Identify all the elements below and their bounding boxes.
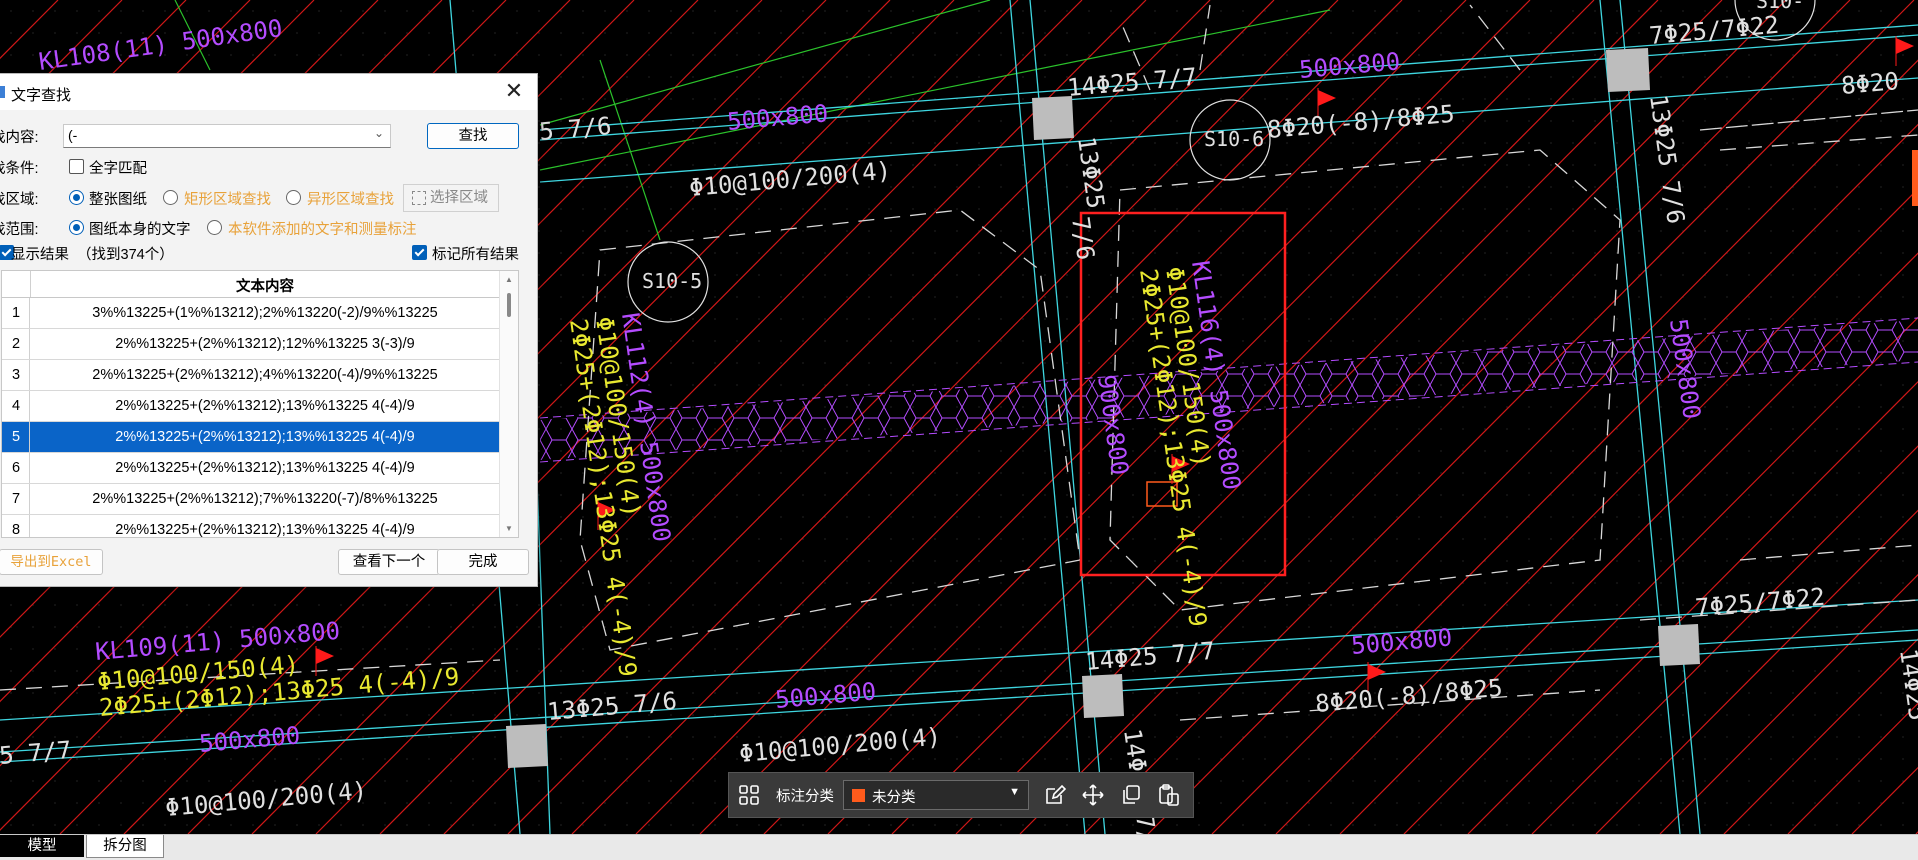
chevron-down-icon[interactable]: ⌄: [374, 126, 384, 140]
find-content-combobox[interactable]: (- ⌄: [63, 124, 391, 148]
scope-drawing-text-radio[interactable]: [69, 220, 84, 235]
row-index: 4: [2, 391, 30, 421]
whole-word-checkbox[interactable]: [69, 159, 84, 174]
area-option-label: 整张图纸: [89, 192, 147, 208]
scroll-down-icon[interactable]: ▼: [505, 524, 513, 533]
area-rect-radio[interactable]: [163, 190, 178, 205]
done-button[interactable]: 完成: [437, 549, 529, 575]
row-index: 1: [2, 298, 30, 328]
layout-tab-bar: 模型 拆分图: [0, 834, 1918, 860]
category-value: 未分类: [872, 790, 916, 806]
area-label: 找区域:: [0, 192, 39, 208]
area-irregular-radio[interactable]: [286, 190, 301, 205]
results-table: 文本内容 1 3%%13225+(1%%13212);2%%13220(-2)/9…: [1, 270, 519, 538]
index-column-header: [2, 271, 31, 297]
scroll-thumb[interactable]: [507, 293, 511, 317]
table-scrollbar[interactable]: ▲ ▼: [499, 271, 518, 537]
row-text: 2%%13225+(2%%13212);13%%13225 4(-4)/9: [115, 522, 415, 538]
scope-option-label: 图纸本身的文字: [89, 222, 191, 238]
canvas-scroll-indicator[interactable]: [1912, 150, 1918, 206]
app-icon: [0, 86, 5, 98]
row-index: 7: [2, 484, 30, 514]
cad-label: S10-5: [642, 269, 702, 293]
move-icon[interactable]: [1081, 783, 1105, 807]
find-button[interactable]: 查找: [427, 123, 519, 149]
mark-all-label: 标记所有结果: [432, 247, 519, 263]
cad-label: S10-6: [1204, 127, 1264, 151]
copy-icon[interactable]: [1119, 783, 1143, 807]
row-index: 6: [2, 453, 30, 483]
row-text: 2%%13225+(2%%13212);13%%13225 4(-4)/9: [115, 429, 415, 445]
find-content-label: 找内容:: [0, 130, 39, 146]
mark-all-checkbox[interactable]: [412, 245, 427, 260]
export-excel-button[interactable]: 导出到Excel: [0, 549, 103, 575]
scroll-up-icon[interactable]: ▲: [505, 275, 513, 284]
category-dropdown[interactable]: 未分类 ▼: [843, 780, 1029, 810]
table-row[interactable]: 4 2%%13225+(2%%13212);13%%13225 4(-4)/9: [2, 391, 499, 422]
scope-option-label: 本软件添加的文字和测量标注: [228, 222, 417, 238]
row-index: 5: [2, 422, 30, 452]
dialog-title-bar[interactable]: 文字查找 ✕: [0, 74, 537, 110]
close-icon[interactable]: ✕: [501, 78, 527, 104]
area-option-label: 异形区域查找: [307, 192, 394, 208]
row-index: 2: [2, 329, 30, 359]
category-color-swatch: [852, 789, 865, 802]
scope-label: 找范围:: [0, 222, 39, 238]
text-find-dialog: 文字查找 ✕ 找内容: (- ⌄ 查找 找条件: 全字匹配 找区域: 整张图纸 …: [0, 73, 538, 587]
table-row[interactable]: 3 2%%13225+(2%%13212);4%%13220(-4)/9%%132…: [2, 360, 499, 391]
table-header: 文本内容: [2, 271, 499, 298]
row-text: 2%%13225+(2%%13212);12%%13225 3(-3)/9: [115, 336, 415, 352]
text-column-header: 文本内容: [236, 279, 294, 295]
tab-split-view[interactable]: 拆分图: [86, 835, 164, 858]
caret-down-icon[interactable]: ▼: [1009, 786, 1020, 798]
whole-word-label: 全字匹配: [89, 161, 147, 177]
show-results-label: 显示结果: [11, 247, 69, 263]
table-row[interactable]: 7 2%%13225+(2%%13212);7%%13220(-7)/8%%132…: [2, 484, 499, 515]
find-content-value: (-: [68, 127, 78, 143]
select-area-label: 选择区域: [430, 190, 488, 206]
annotation-toolbar: 标注分类 未分类 ▼: [728, 772, 1194, 818]
cad-label: 8Φ20: [1840, 67, 1900, 100]
select-area-button[interactable]: 选择区域: [403, 184, 499, 212]
area-option-label: 矩形区域查找: [184, 192, 271, 208]
select-area-icon: [412, 191, 426, 205]
annotation-category-label: 标注分类: [776, 789, 834, 805]
found-count: （找到374个）: [77, 247, 174, 263]
table-row[interactable]: 1 3%%13225+(1%%13212);2%%13220(-2)/9%%132…: [2, 298, 499, 329]
row-text: 2%%13225+(2%%13212);13%%13225 4(-4)/9: [115, 398, 415, 414]
tab-model[interactable]: 模型: [0, 835, 84, 857]
edit-icon[interactable]: [1043, 783, 1067, 807]
area-whole-drawing-radio[interactable]: [69, 190, 84, 205]
row-index: 3: [2, 360, 30, 390]
row-text: 3%%13225+(1%%13212);2%%13220(-2)/9%%1322…: [92, 305, 438, 321]
row-text: 2%%13225+(2%%13212);13%%13225 4(-4)/9: [115, 460, 415, 476]
table-row[interactable]: 2 2%%13225+(2%%13212);12%%13225 3(-3)/9: [2, 329, 499, 360]
find-condition-label: 找条件:: [0, 161, 39, 177]
cad-label: S10-: [1756, 0, 1804, 13]
table-row[interactable]: 5 2%%13225+(2%%13212);13%%13225 4(-4)/9: [2, 422, 499, 453]
table-row[interactable]: 8 2%%13225+(2%%13212);13%%13225 4(-4)/9: [2, 515, 499, 538]
dialog-title: 文字查找: [11, 87, 72, 104]
row-index: 8: [2, 515, 30, 537]
cad-label: 7/6: [1066, 215, 1100, 262]
scope-added-text-radio[interactable]: [207, 220, 222, 235]
paste-icon[interactable]: [1157, 783, 1181, 807]
view-next-button[interactable]: 查看下一个: [338, 549, 440, 575]
row-text: 2%%13225+(2%%13212);7%%13220(-7)/8%%1322…: [92, 491, 438, 507]
table-row[interactable]: 6 2%%13225+(2%%13212);13%%13225 4(-4)/9: [2, 453, 499, 484]
row-text: 2%%13225+(2%%13212);4%%13220(-4)/9%%1322…: [92, 367, 438, 383]
grid-icon[interactable]: [737, 783, 761, 807]
